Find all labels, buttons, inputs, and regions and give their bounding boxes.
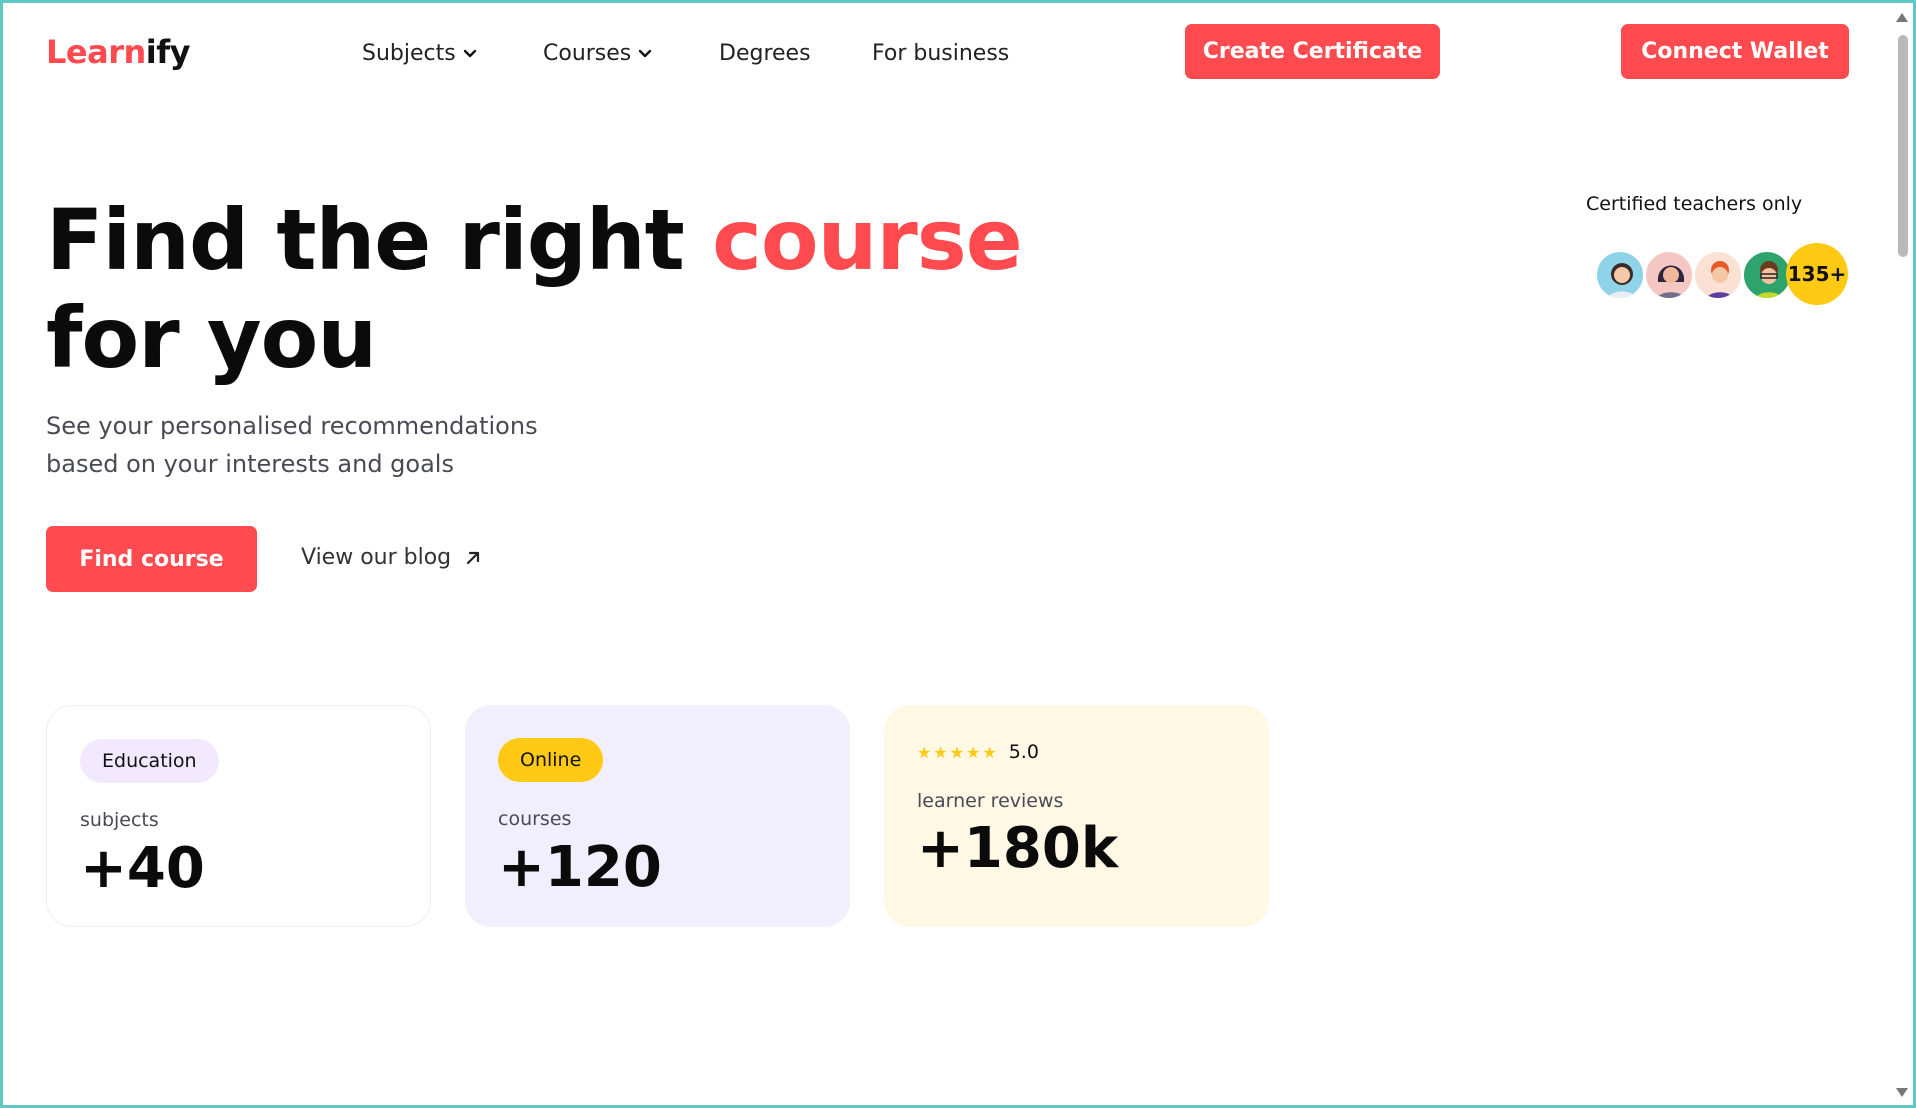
star-rating-icon: ★★★★★ bbox=[917, 742, 999, 762]
view-blog-link[interactable]: View our blog bbox=[301, 545, 481, 570]
stat-label-courses: courses bbox=[498, 808, 572, 830]
avatar-teacher-1 bbox=[1595, 250, 1645, 300]
avatar-teacher-4 bbox=[1742, 250, 1792, 300]
avatar-teacher-3 bbox=[1693, 250, 1743, 300]
badge-online: Online bbox=[498, 738, 604, 782]
logo-text-learn: Learn bbox=[46, 33, 146, 71]
stat-value-courses: +120 bbox=[498, 835, 662, 900]
hero-title-accent: course bbox=[712, 191, 1023, 289]
rating-value: 5.0 bbox=[1008, 741, 1039, 763]
page-scrollbar[interactable] bbox=[1893, 3, 1913, 1105]
logo-text-ify: ify bbox=[145, 33, 191, 71]
stat-card-subjects: Education subjects +40 bbox=[46, 705, 431, 927]
nav-courses[interactable]: Courses bbox=[543, 41, 653, 66]
logo[interactable]: Learnify bbox=[46, 33, 191, 71]
teachers-label: Certified teachers only bbox=[1586, 193, 1803, 215]
hero-subtitle: See your personalised recommendations ba… bbox=[46, 407, 606, 483]
chevron-down-icon bbox=[463, 49, 476, 57]
stat-value-subjects: +40 bbox=[80, 836, 205, 901]
nav-degrees[interactable]: Degrees bbox=[719, 41, 811, 66]
nav-for-business[interactable]: For business bbox=[872, 41, 1009, 66]
find-course-button[interactable]: Find course bbox=[46, 526, 257, 592]
scroll-up-arrow-icon[interactable] bbox=[1896, 13, 1908, 22]
avatar-teacher-2 bbox=[1644, 250, 1694, 300]
stat-value-reviews: +180k bbox=[917, 816, 1119, 881]
hero-title-part1: Find the right bbox=[46, 191, 685, 289]
rating: ★★★★★ 5.0 bbox=[917, 741, 1039, 763]
hero-title: Find the right course for you bbox=[46, 191, 1023, 387]
nav-degrees-label: Degrees bbox=[719, 41, 811, 66]
stat-label-subjects: subjects bbox=[80, 809, 159, 831]
create-certificate-button[interactable]: Create Certificate bbox=[1185, 24, 1440, 79]
browser-viewport: Learnify Subjects Courses Degrees For bu… bbox=[3, 3, 1913, 1105]
view-blog-label: View our blog bbox=[301, 545, 452, 570]
stat-label-reviews: learner reviews bbox=[917, 790, 1064, 812]
scroll-down-arrow-icon[interactable] bbox=[1896, 1088, 1908, 1097]
nav-courses-label: Courses bbox=[543, 41, 632, 66]
hero-title-line2: for you bbox=[46, 289, 377, 387]
nav-for-business-label: For business bbox=[872, 41, 1010, 66]
scrollbar-thumb[interactable] bbox=[1898, 35, 1908, 257]
stat-card-courses: Online courses +120 bbox=[465, 705, 850, 927]
arrow-up-right-icon bbox=[467, 551, 480, 564]
stat-card-reviews: ★★★★★ 5.0 learner reviews +180k bbox=[884, 705, 1269, 927]
connect-wallet-button[interactable]: Connect Wallet bbox=[1621, 24, 1849, 79]
nav-subjects-label: Subjects bbox=[362, 41, 456, 66]
badge-education: Education bbox=[80, 739, 219, 783]
hero-subtitle-line2: based on your interests and goals bbox=[46, 450, 454, 478]
hero-subtitle-line1: See your personalised recommendations bbox=[46, 412, 538, 440]
teachers-count-badge: 135+ bbox=[1786, 243, 1848, 305]
chevron-down-icon bbox=[639, 49, 652, 57]
nav-subjects[interactable]: Subjects bbox=[362, 41, 478, 66]
